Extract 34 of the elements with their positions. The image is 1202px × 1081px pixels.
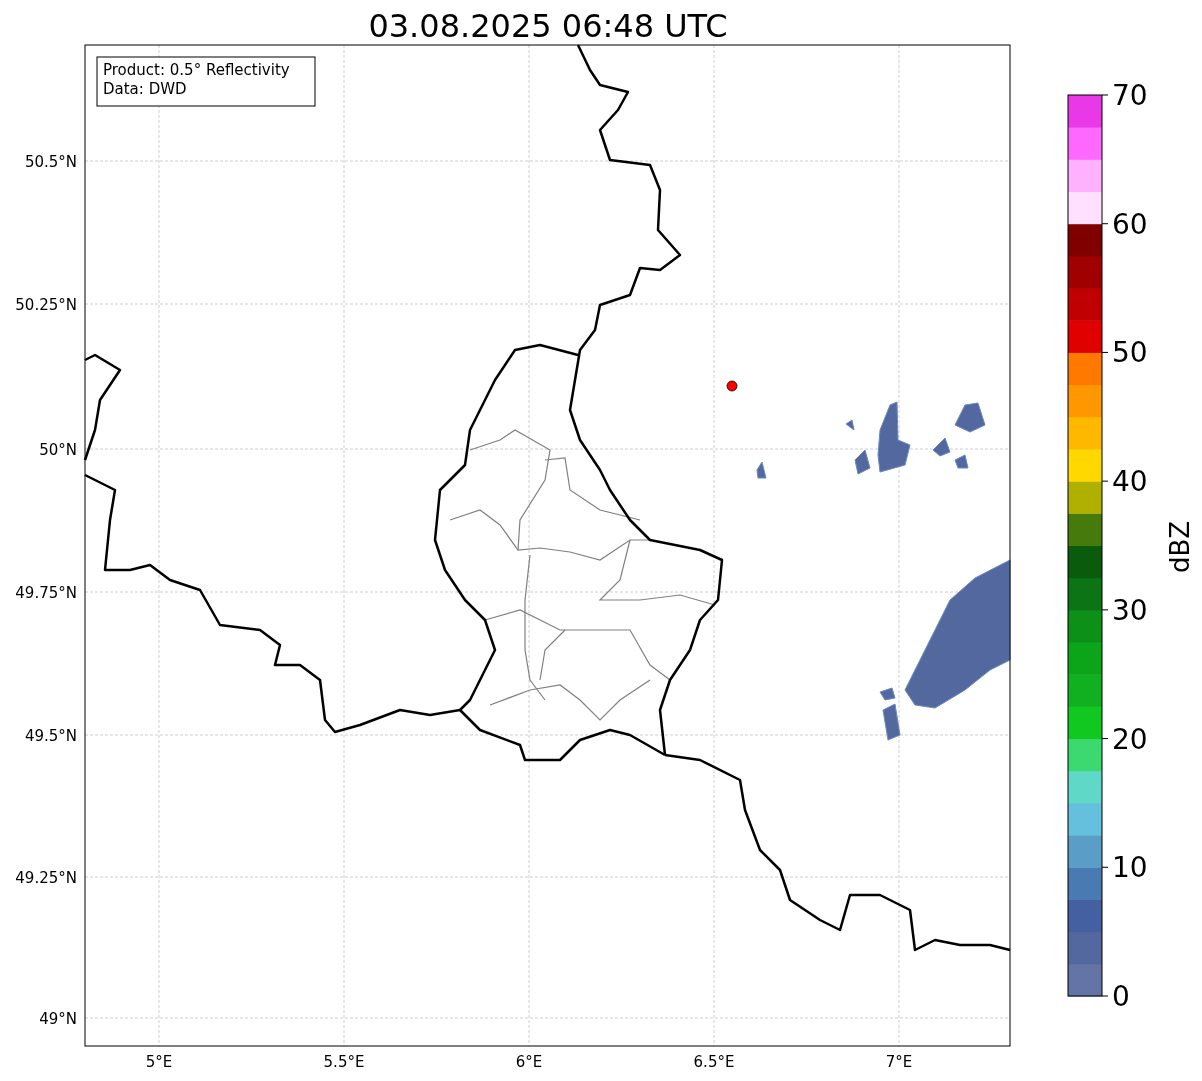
longitude-label: 5°E [145, 1053, 173, 1071]
colorbar-tick-label: 60 [1112, 207, 1148, 241]
longitude-label: 5.5°E [323, 1053, 365, 1071]
precipitation-echo [879, 687, 896, 701]
latitude-label: 49°N [39, 1010, 77, 1028]
latitude-label: 49.5°N [24, 727, 77, 745]
colorbar-tick-label: 70 [1112, 79, 1148, 112]
longitude-label: 6°E [515, 1053, 543, 1071]
radar-station-marker [726, 380, 738, 392]
legend-text: Product: 0.5° Reflectivity [103, 61, 290, 79]
precipitation-echo [877, 401, 911, 473]
longitude-label: 6.5°E [693, 1053, 735, 1071]
precipitation-echo [954, 402, 986, 433]
precipitation-echo [845, 419, 855, 431]
colorbar-tick-label: 30 [1112, 593, 1148, 627]
latitude-label: 50°N [39, 441, 77, 459]
precipitation-echo [954, 454, 969, 469]
legend-text: Data: DWD [103, 80, 187, 98]
precipitation-echo [756, 461, 767, 479]
precipitation-echo [854, 449, 871, 475]
precipitation-echo [882, 703, 901, 741]
colorbar-label: dBZ [1165, 520, 1195, 574]
colorbar-tick-label: 0 [1112, 980, 1130, 1013]
latitude-label: 50.25°N [15, 296, 77, 314]
latitude-label: 49.25°N [15, 869, 77, 887]
chart-title: 03.08.2025 06:48 UTC [368, 7, 728, 45]
latitude-label: 50.5°N [24, 153, 77, 171]
colorbar-tick-label: 20 [1112, 722, 1148, 756]
colorbar-tick-label: 50 [1112, 336, 1148, 370]
colorbar-tick-label: 10 [1112, 851, 1148, 885]
latitude-label: 49.75°N [15, 584, 77, 602]
colorbar-tick-label: 40 [1112, 465, 1148, 499]
longitude-label: 7°E [885, 1053, 913, 1071]
precipitation-echo [932, 437, 951, 457]
